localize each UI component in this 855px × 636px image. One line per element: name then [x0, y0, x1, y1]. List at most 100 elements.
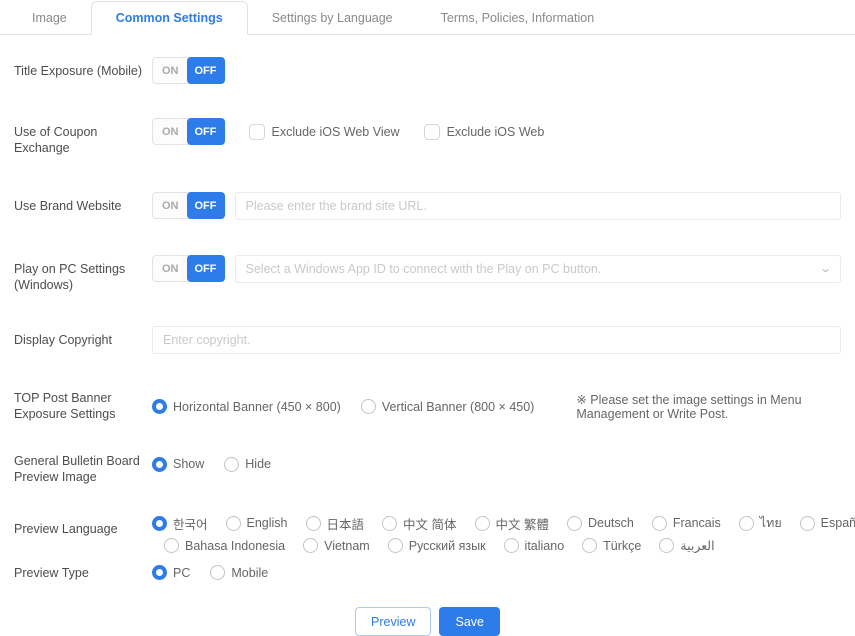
toggle-on-button[interactable]: ON — [152, 255, 189, 282]
radio-label: Vertical Banner (800 × 450) — [382, 400, 535, 414]
language-radio-bahasa-indonesia[interactable]: Bahasa Indonesia — [164, 538, 285, 553]
row-label: Display Copyright — [14, 326, 152, 348]
radio-label: Türkçe — [603, 539, 641, 553]
title-exposure-toggle: ON OFF — [152, 57, 225, 84]
row-label: Use Brand Website — [14, 192, 152, 214]
radio-label: العربية — [680, 538, 714, 553]
toggle-on-button[interactable]: ON — [152, 118, 189, 145]
tab-image[interactable]: Image — [8, 2, 91, 34]
language-radio-italian[interactable]: italiano — [504, 538, 565, 553]
select-placeholder: Select a Windows App ID to connect with … — [246, 262, 602, 276]
language-radio-japanese[interactable]: 日本語 — [306, 514, 365, 533]
tab-terms-policies-information[interactable]: Terms, Policies, Information — [417, 2, 619, 34]
footer-actions: Preview Save — [14, 607, 841, 636]
toggle-off-button[interactable]: OFF — [187, 57, 225, 84]
radio-label: Mobile — [231, 566, 268, 580]
toggle-off-button[interactable]: OFF — [187, 192, 225, 219]
radio-icon[interactable] — [388, 538, 403, 553]
row-preview-language: Preview Language 한국어 English 日本語 中文 简体 — [14, 513, 841, 553]
radio-icon[interactable] — [152, 399, 167, 414]
banner-settings-note: ※ Please set the image settings in Menu … — [576, 392, 841, 421]
radio-icon[interactable] — [152, 565, 167, 580]
radio-icon[interactable] — [800, 516, 815, 531]
radio-icon[interactable] — [361, 399, 376, 414]
hide-radio[interactable]: Hide — [224, 457, 271, 472]
radio-icon[interactable] — [226, 516, 241, 531]
radio-icon[interactable] — [504, 538, 519, 553]
row-label: General Bulletin Board Preview Image — [14, 451, 152, 486]
radio-label: Vietnam — [324, 539, 370, 553]
language-radio-chinese-traditional[interactable]: 中文 繁體 — [475, 514, 549, 533]
coupon-exchange-toggle: ON OFF — [152, 118, 225, 145]
toggle-on-button[interactable]: ON — [152, 57, 189, 84]
brand-site-url-input[interactable] — [235, 192, 842, 220]
language-radio-russian[interactable]: Русский язык — [388, 538, 486, 553]
language-radio-turkish[interactable]: Türkçe — [582, 538, 641, 553]
show-radio[interactable]: Show — [152, 457, 204, 472]
settings-form: Title Exposure (Mobile) ON OFF Use of Co… — [0, 57, 855, 636]
radio-label: Deutsch — [588, 516, 634, 530]
radio-label: Español — [821, 516, 855, 530]
row-display-copyright: Display Copyright — [14, 326, 841, 354]
radio-icon[interactable] — [152, 457, 167, 472]
brand-website-toggle: ON OFF — [152, 192, 225, 219]
language-radio-chinese-simplified[interactable]: 中文 简体 — [382, 514, 456, 533]
preview-type-pc-radio[interactable]: PC — [152, 565, 190, 580]
radio-icon[interactable] — [567, 516, 582, 531]
radio-label: 日本語 — [327, 514, 365, 533]
chevron-down-icon: ⌄ — [819, 262, 832, 275]
row-brand-website: Use Brand Website ON OFF — [14, 192, 841, 220]
language-radio-spanish[interactable]: Español — [800, 516, 855, 531]
checkbox-label: Exclude iOS Web — [447, 125, 545, 139]
radio-icon[interactable] — [659, 538, 674, 553]
toggle-off-button[interactable]: OFF — [187, 118, 225, 145]
radio-label: Bahasa Indonesia — [185, 539, 285, 553]
windows-app-id-select[interactable]: Select a Windows App ID to connect with … — [235, 255, 842, 283]
toggle-off-button[interactable]: OFF — [187, 255, 225, 282]
row-label: Use of Coupon Exchange — [14, 118, 152, 157]
radio-label: Show — [173, 457, 204, 471]
radio-icon[interactable] — [152, 516, 167, 531]
tab-common-settings[interactable]: Common Settings — [91, 1, 248, 35]
radio-icon[interactable] — [306, 516, 321, 531]
preview-button[interactable]: Preview — [355, 607, 431, 636]
checkbox-icon[interactable] — [424, 124, 440, 140]
language-radio-vietnam[interactable]: Vietnam — [303, 538, 370, 553]
language-radio-thai[interactable]: ไทย — [739, 513, 782, 533]
horizontal-banner-radio[interactable]: Horizontal Banner (450 × 800) — [152, 399, 341, 414]
radio-icon[interactable] — [224, 457, 239, 472]
radio-label: italiano — [525, 539, 565, 553]
row-bulletin-preview: General Bulletin Board Preview Image Sho… — [14, 451, 841, 486]
radio-label: English — [247, 516, 288, 530]
radio-icon[interactable] — [210, 565, 225, 580]
radio-icon[interactable] — [582, 538, 597, 553]
save-button[interactable]: Save — [439, 607, 500, 636]
radio-icon[interactable] — [475, 516, 490, 531]
radio-icon[interactable] — [652, 516, 667, 531]
toggle-on-button[interactable]: ON — [152, 192, 189, 219]
vertical-banner-radio[interactable]: Vertical Banner (800 × 450) — [361, 399, 535, 414]
exclude-ios-web-checkbox[interactable]: Exclude iOS Web — [424, 124, 545, 140]
row-title-exposure: Title Exposure (Mobile) ON OFF — [14, 57, 841, 84]
radio-icon[interactable] — [303, 538, 318, 553]
language-radio-korean[interactable]: 한국어 — [152, 514, 208, 533]
radio-icon[interactable] — [164, 538, 179, 553]
row-label: Preview Language — [14, 513, 152, 537]
row-play-on-pc: Play on PC Settings (Windows) ON OFF Sel… — [14, 255, 841, 294]
checkbox-icon[interactable] — [249, 124, 265, 140]
language-radio-english[interactable]: English — [226, 516, 288, 531]
language-radio-arabic[interactable]: العربية — [659, 538, 714, 553]
tab-bar: Image Common Settings Settings by Langua… — [0, 0, 855, 35]
language-radio-german[interactable]: Deutsch — [567, 516, 634, 531]
row-top-banner: TOP Post Banner Exposure Settings Horizo… — [14, 388, 841, 423]
radio-label: ไทย — [760, 513, 782, 533]
radio-icon[interactable] — [382, 516, 397, 531]
copyright-input[interactable] — [152, 326, 841, 354]
exclude-ios-web-view-checkbox[interactable]: Exclude iOS Web View — [249, 124, 400, 140]
language-radio-french[interactable]: Francais — [652, 516, 721, 531]
radio-icon[interactable] — [739, 516, 754, 531]
tab-settings-by-language[interactable]: Settings by Language — [248, 2, 417, 34]
radio-label: 한국어 — [173, 514, 208, 533]
row-preview-type: Preview Type PC Mobile — [14, 563, 841, 581]
preview-type-mobile-radio[interactable]: Mobile — [210, 565, 268, 580]
